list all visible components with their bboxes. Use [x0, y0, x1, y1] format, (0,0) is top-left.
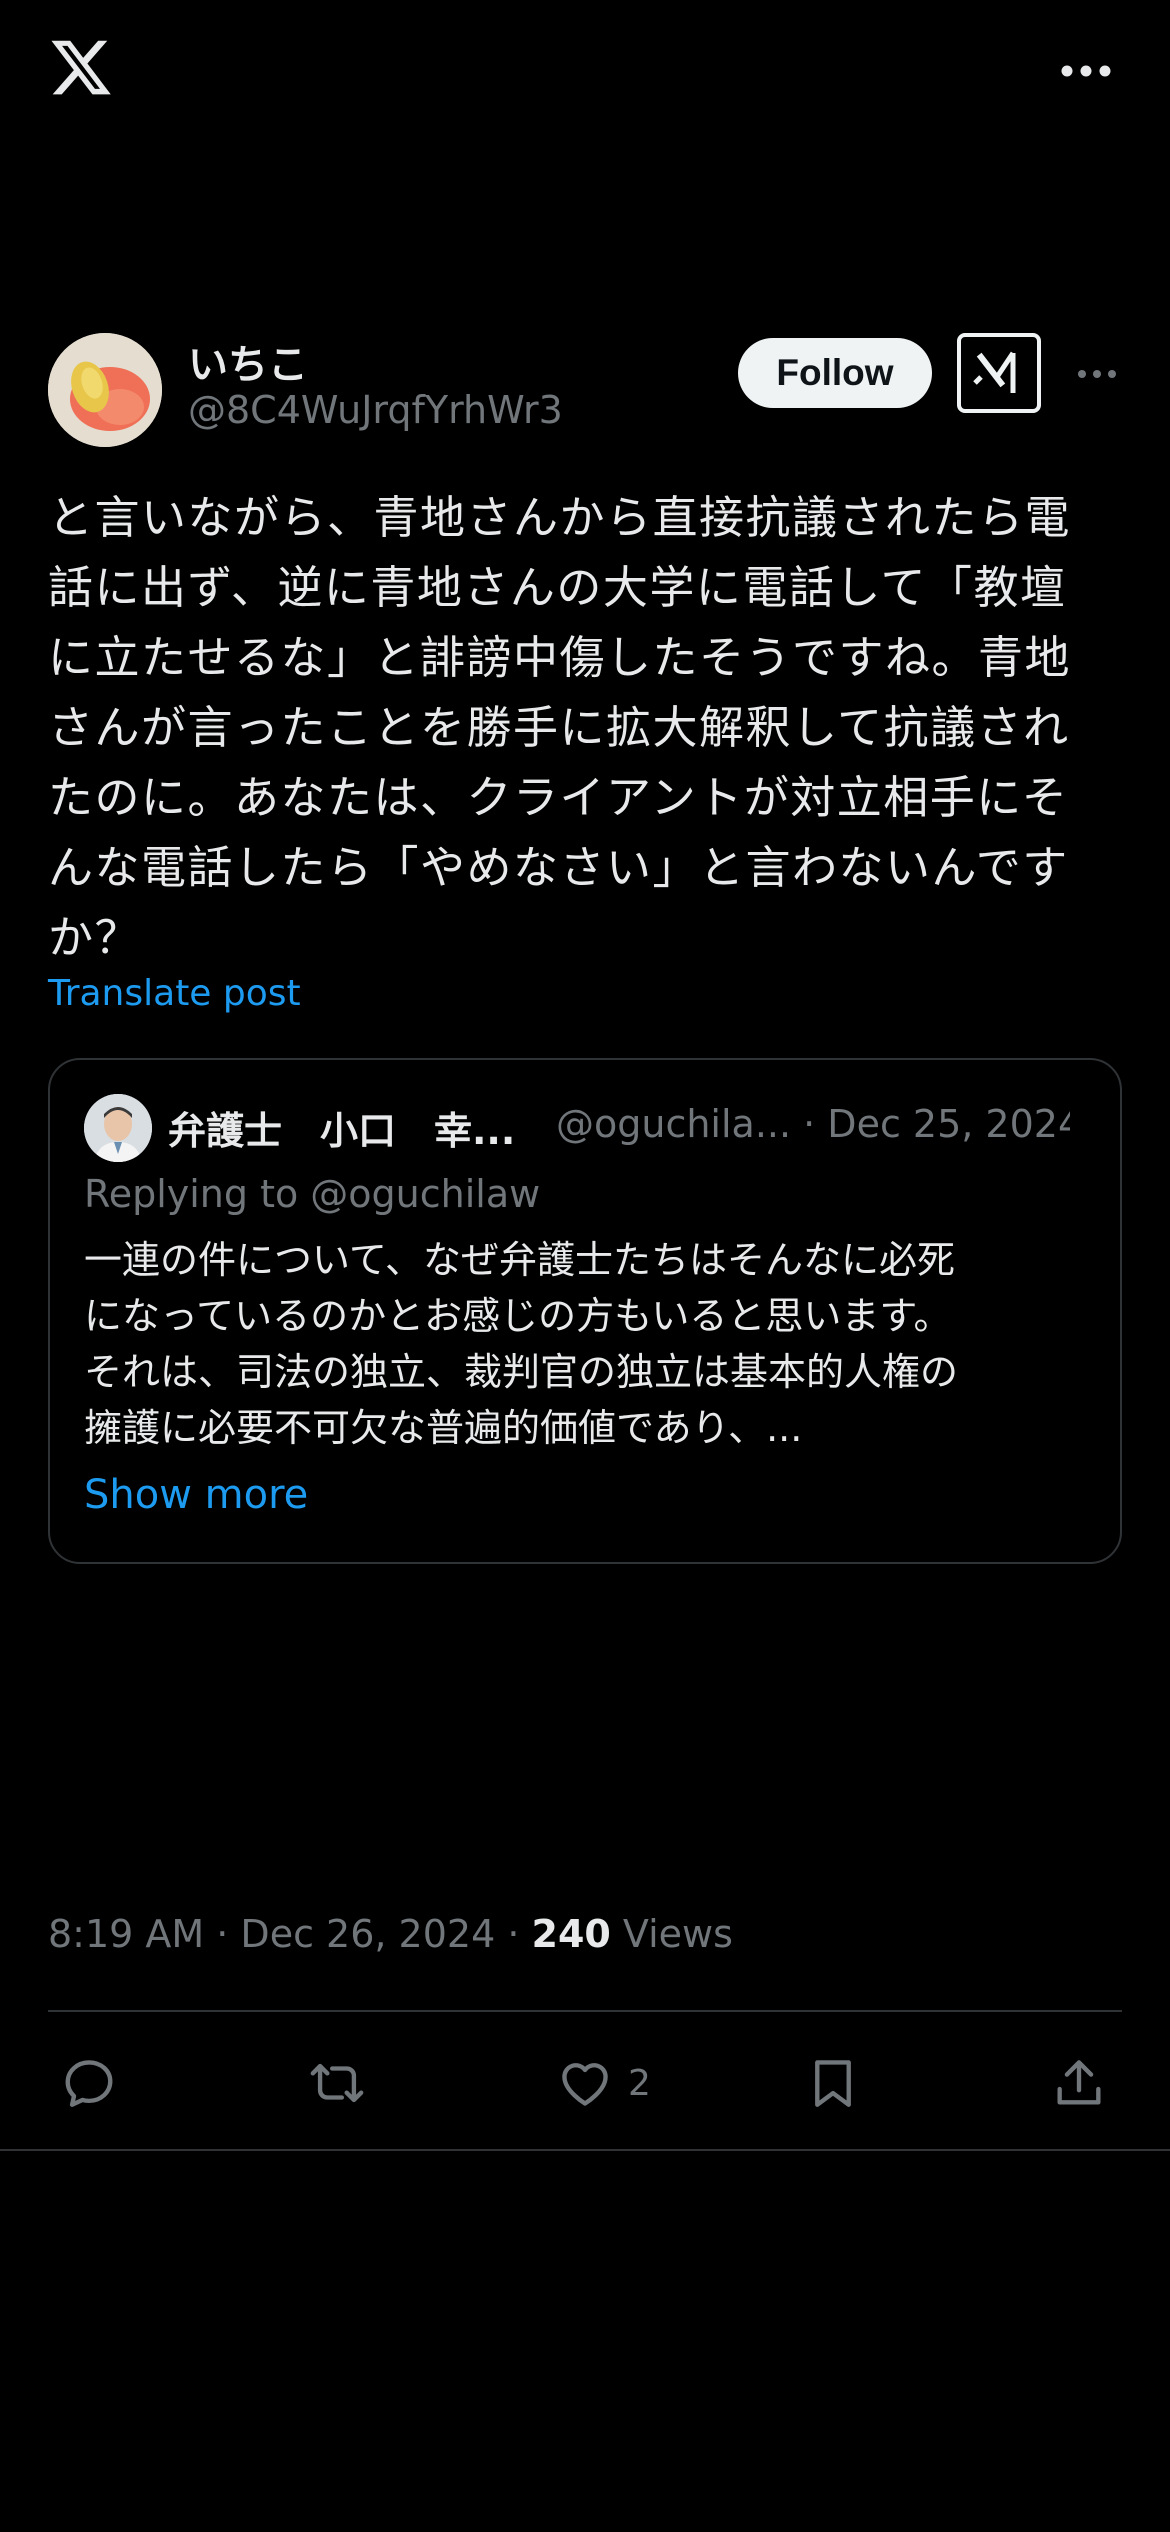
views-count: 240 — [531, 1912, 611, 1956]
divider — [48, 2010, 1122, 2012]
quote-avatar[interactable] — [84, 1094, 152, 1162]
bookmark-button[interactable] — [804, 2050, 862, 2116]
translate-post-link[interactable]: Translate post — [48, 973, 301, 1014]
x-logo-icon[interactable] — [48, 40, 114, 102]
show-more-link[interactable]: Show more — [84, 1472, 308, 1518]
user-handle[interactable]: @8C4WuJrqfYrhWr3 — [188, 388, 563, 432]
share-icon — [1057, 2060, 1101, 2105]
repost-button[interactable] — [308, 2050, 366, 2116]
views-label: Views — [610, 1912, 733, 1956]
repost-icon — [310, 2063, 364, 2103]
grok-icon — [973, 351, 1016, 393]
avatar[interactable] — [48, 333, 162, 447]
quote-text: 一連の件について、なぜ弁護士たちはそんなに必死 になっているのかとお感じの方もい… — [84, 1238, 959, 1450]
quote-handle-date[interactable]: @oguchila... · Dec 25, 2024 — [556, 1102, 1070, 1146]
reply-icon — [65, 2060, 113, 2107]
top-bar — [0, 0, 1170, 150]
divider — [0, 2149, 1170, 2151]
timestamp[interactable]: 8:19 AM · Dec 26, 2024 · — [48, 1912, 532, 1956]
quote-display-name[interactable]: 弁護士 小口 幸... — [168, 1100, 546, 1155]
grok-button[interactable] — [957, 333, 1041, 413]
more-horizontal-icon[interactable] — [1060, 62, 1112, 80]
heart-icon — [562, 2063, 608, 2106]
post-text: と言いながら、青地さんから直接抗議されたら電 話に出ず、逆に青地さんの大学に電話… — [48, 491, 1072, 964]
like-button[interactable]: 2 — [556, 2050, 651, 2116]
replying-to: Replying to @oguchilaw — [84, 1172, 541, 1216]
like-count: 2 — [628, 2062, 651, 2104]
bookmark-icon — [815, 2060, 851, 2107]
avatar-image — [48, 333, 162, 447]
post-meta: 8:19 AM · Dec 26, 2024 · 240 Views — [48, 1912, 733, 1956]
quoted-post[interactable]: 弁護士 小口 幸... @oguchila... · Dec 25, 2024 … — [48, 1058, 1122, 1564]
reply-button[interactable] — [60, 2050, 118, 2116]
share-button[interactable] — [1050, 2050, 1108, 2116]
quote-avatar-image — [84, 1094, 152, 1162]
display-name[interactable]: いちこ — [188, 332, 308, 390]
more-horizontal-icon[interactable] — [1077, 367, 1117, 381]
follow-button[interactable]: Follow — [738, 338, 932, 408]
action-bar: 2 — [0, 2050, 1170, 2116]
